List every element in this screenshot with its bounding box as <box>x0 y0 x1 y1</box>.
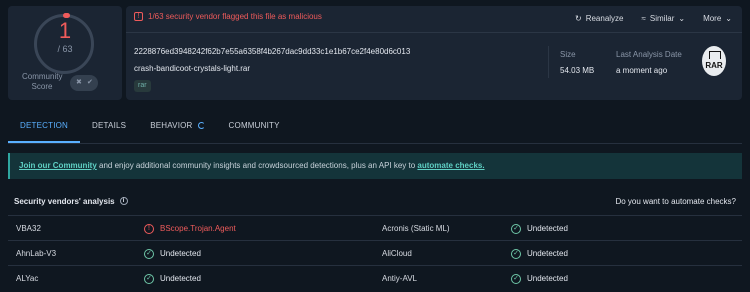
tab-detection[interactable]: DETECTION <box>8 115 81 143</box>
community-banner: Join our Community and enjoy additional … <box>8 153 742 179</box>
check-icon: ✓ <box>511 248 521 259</box>
vendors-header: Security vendors' analysis i Do you want … <box>8 192 742 210</box>
result-label: Undetected <box>527 249 568 258</box>
vendor-result: ✓ Undetected <box>144 241 201 266</box>
vendor-name: AliCloud <box>382 249 412 258</box>
automate-question[interactable]: Do you want to automate checks? <box>615 197 736 206</box>
join-community-link[interactable]: Join our Community <box>19 161 97 170</box>
detection-count: 1 <box>58 18 72 43</box>
table-row: AhnLab-V3 ✓ Undetected AliCloud ✓ Undetect… <box>8 240 742 265</box>
community-label-line2: Score <box>31 82 53 91</box>
divider <box>126 32 742 33</box>
similar-label: Similar <box>649 14 675 23</box>
malicious-alert: ! 1/63 security vendor flagged this file… <box>134 12 322 21</box>
check-icon: ✓ <box>511 273 521 284</box>
vendor-result: ✓ Undetected <box>511 266 568 291</box>
tab-bar: DETECTION DETAILS BEHAVIOR COMMUNITY <box>8 115 742 143</box>
vendor-result: ✓ Undetected <box>511 216 568 241</box>
check-icon: ✓ <box>511 223 521 234</box>
malicious-icon: ! <box>144 223 154 234</box>
file-tag[interactable]: rar <box>134 80 151 92</box>
vendors-table: VBA32 ! BScope.Trojan.Agent Acronis (Stat… <box>8 215 742 290</box>
more-button[interactable]: More ⌄ <box>703 14 732 23</box>
table-row: ALYac ✓ Undetected Antiy-AVL ✓ Undetected <box>8 265 742 290</box>
community-label-line1: Community <box>22 72 63 81</box>
similar-button[interactable]: ≈ Similar ⌄ <box>642 14 686 23</box>
tab-underline <box>8 143 742 144</box>
last-analysis: Last Analysis Date a moment ago <box>616 50 682 75</box>
result-label: Undetected <box>527 274 568 283</box>
vendor-result: ✓ Undetected <box>511 241 568 266</box>
vendor-name: VBA32 <box>16 224 41 233</box>
vendors-title: Security vendors' analysis <box>14 196 115 206</box>
vendor-name: Acronis (Static ML) <box>382 224 450 233</box>
file-type-icon: RAR <box>702 46 726 76</box>
tab-behavior-label: BEHAVIOR <box>150 121 193 130</box>
table-row: VBA32 ! BScope.Trojan.Agent Acronis (Stat… <box>8 215 742 240</box>
more-label: More <box>703 14 722 23</box>
detection-score-panel: 1 / 63 Community Score ✖ ✔ <box>8 6 122 100</box>
banner-text: and enjoy additional community insights … <box>96 161 418 170</box>
reanalyze-button[interactable]: ↻ Reanalyze <box>575 14 624 23</box>
result-label: Undetected <box>160 274 201 283</box>
automate-checks-link[interactable]: automate checks. <box>417 161 484 170</box>
last-analysis-value: a moment ago <box>616 66 668 75</box>
file-actions: ↻ Reanalyze ≈ Similar ⌄ More ⌄ <box>575 14 732 23</box>
thumb-up-icon[interactable]: ✔ <box>87 78 93 86</box>
file-size: Size 54.03 MB <box>560 50 594 75</box>
result-label: BScope.Trojan.Agent <box>160 224 236 233</box>
file-hash[interactable]: 2228876ed3948242f62b7e55a6358f4b267dac9d… <box>134 47 410 56</box>
file-type-label: RAR <box>705 61 723 70</box>
reanalyze-label: Reanalyze <box>585 14 624 23</box>
engine-total: / 63 <box>57 44 73 54</box>
vendor-result: ✓ Undetected <box>144 266 201 291</box>
loading-spinner-icon <box>197 122 205 129</box>
thumb-down-icon[interactable]: ✖ <box>76 78 82 86</box>
info-icon[interactable]: i <box>119 197 128 205</box>
chevron-down-icon: ⌄ <box>678 14 686 23</box>
community-vote-toggle[interactable]: ✖ ✔ <box>70 75 98 91</box>
divider <box>548 46 549 78</box>
file-info-panel: ! 1/63 security vendor flagged this file… <box>126 6 742 100</box>
chevron-down-icon: ⌄ <box>725 14 732 23</box>
size-label: Size <box>560 50 576 59</box>
tab-community[interactable]: COMMUNITY <box>217 115 292 143</box>
last-analysis-label: Last Analysis Date <box>616 50 682 59</box>
file-name: crash-bandicoot-crystals-light.rar <box>134 64 251 73</box>
check-icon: ✓ <box>144 248 154 259</box>
vendor-name: Antiy-AVL <box>382 274 417 283</box>
size-value: 54.03 MB <box>560 66 595 75</box>
refresh-icon: ↻ <box>575 14 582 23</box>
tab-details[interactable]: DETAILS <box>80 115 138 143</box>
similar-icon: ≈ <box>641 14 646 23</box>
tab-behavior[interactable]: BEHAVIOR <box>138 115 216 143</box>
check-icon: ✓ <box>144 273 154 284</box>
vendor-name: ALYac <box>16 274 39 283</box>
vendor-result: ! BScope.Trojan.Agent <box>144 216 236 241</box>
alert-text: 1/63 security vendor flagged this file a… <box>148 12 322 21</box>
alert-icon: ! <box>134 12 143 21</box>
vendor-name: AhnLab-V3 <box>16 249 57 258</box>
result-label: Undetected <box>160 249 201 258</box>
community-score-label: Community Score <box>22 72 62 92</box>
result-label: Undetected <box>527 224 568 233</box>
